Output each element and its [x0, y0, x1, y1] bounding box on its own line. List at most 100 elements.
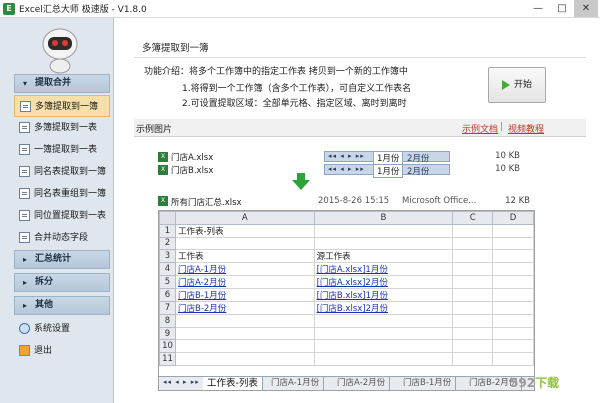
watermark-number: 592 [510, 376, 536, 390]
column-header: C [452, 211, 494, 225]
cell-b [313, 326, 454, 341]
cell-a [174, 351, 315, 366]
cell-c [452, 223, 494, 238]
start-label: 开始 [513, 80, 532, 90]
sheet-icon [19, 210, 30, 221]
nav-item-label: 同名表提取到一簿 [34, 167, 107, 177]
maximize-button[interactable]: □ [550, 0, 574, 17]
nav-item-label: 多簿提取到一簿 [35, 102, 99, 112]
sheet-icon [19, 166, 30, 177]
source-file-row: X 门店B.xlsx ◂◂ ◂ ▸ ▸▸ 1月份 2月份 10 KB [158, 164, 528, 178]
nav-head-other[interactable]: 其他 [14, 296, 110, 315]
column-header: B [313, 211, 454, 225]
cell-d [492, 223, 534, 238]
sheet-tab-strip: ◂◂ ◂ ▸ ▸▸ 1月份 2月份 [324, 164, 450, 178]
cell-d [492, 262, 534, 277]
row-number: 7 [159, 301, 176, 316]
cell-a: 门店B-2月份 [174, 301, 315, 316]
nav-head-split[interactable]: 拆分 [14, 273, 110, 292]
table-row: 1 工作表-列表 [159, 223, 534, 238]
feature-point-2: 2.可设置提取区域：全部单元格、指定区域、离时到离时 [182, 99, 407, 109]
cell-b [313, 236, 454, 251]
nav-item-multi-book-to-book[interactable]: 多簿提取到一簿 [14, 95, 110, 117]
robot-mascot-icon [42, 28, 78, 74]
exit-icon [19, 345, 30, 356]
nav-item-settings[interactable]: 系统设置 [14, 318, 110, 340]
cell-a: 门店A-1月份 [174, 262, 315, 277]
sheet-tab: 门店A-1月份 [267, 377, 325, 390]
main-content: 多簿提取到一簿 功能介绍：将多个工作簿中的指定工作表 拷贝到一个新的工作簿中 1… [124, 18, 600, 403]
nav-item-one-book-to-sheet[interactable]: 一簿提取到一表 [14, 139, 110, 161]
cell-a: 工作表 [174, 249, 315, 264]
table-row: 11 [159, 351, 534, 366]
table-row: 7 门店B-2月份 [门店B.xlsx]2月份 [159, 301, 534, 316]
cell-a [174, 314, 315, 328]
row-number: 6 [159, 288, 176, 303]
cell-b [313, 223, 454, 238]
gear-icon [19, 323, 30, 334]
cell-d [492, 314, 534, 328]
section-title: 多簿提取到一簿 [142, 43, 209, 54]
nav-item-label: 合并动态字段 [34, 233, 89, 243]
cell-b: [门店A.xlsx]2月份 [313, 275, 454, 290]
window-title: Excel汇总大师 极速版 - V1.8.0 [19, 5, 147, 15]
cell-d [492, 301, 534, 316]
file-size: 12 KB [505, 196, 530, 206]
file-size: 10 KB [495, 164, 520, 174]
table-row: 3 工作表 源工作表 [159, 249, 534, 264]
minimize-button[interactable]: — [526, 0, 550, 17]
sheet-nav-arrows-icon: ◂◂ ◂ ▸ ▸▸ [328, 165, 365, 173]
file-size: 10 KB [495, 151, 520, 161]
watermark-logo: 592下载 [510, 374, 559, 391]
sheet-tab-bar: ◂◂ ◂ ▸ ▸▸ 工作表-列表 门店A-1月份 门店A-2月份 门店B-1月份… [159, 376, 534, 390]
nav-head-summary-stats[interactable]: 汇总统计 [14, 250, 110, 269]
link-separator: | [500, 122, 504, 132]
sheet-tab-strip: ◂◂ ◂ ▸ ▸▸ 1月份 2月份 [324, 151, 450, 165]
close-button[interactable]: ✕ [574, 0, 598, 17]
cell-a [174, 236, 315, 251]
cell-d [492, 339, 534, 353]
sheet-tab: 2月份 [407, 154, 430, 164]
nav-item-same-name-regroup[interactable]: 同名表重组到一簿 [14, 183, 110, 205]
excel-file-icon: X [158, 165, 168, 175]
cell-c [452, 249, 494, 264]
cell-c [452, 262, 494, 277]
video-tutorial-link[interactable]: 视频教程 [508, 122, 544, 135]
cell-c [452, 339, 494, 353]
output-file-row: X 所有门店汇总.xlsx 2015-8-26 15:15 Microsoft … [158, 195, 534, 209]
sheet-tab: 1月份 [373, 151, 404, 165]
start-button[interactable]: 开始 [488, 67, 546, 103]
column-header: A [174, 211, 315, 225]
row-number: 8 [159, 314, 176, 328]
nav-item-exit[interactable]: 退出 [14, 340, 110, 362]
nav-item-label: 一簿提取到一表 [34, 145, 98, 155]
nav-item-dynamic-fields[interactable]: 合并动态字段 [14, 227, 110, 249]
cell-d [492, 288, 534, 303]
row-number: 1 [159, 223, 176, 238]
window-controls: — □ ✕ [526, 0, 598, 17]
nav-item-label: 同位置提取到一表 [34, 211, 107, 221]
cell-a [174, 339, 315, 353]
file-date: 2015-8-26 15:15 [318, 196, 390, 206]
feature-description: 功能介绍：将多个工作簿中的指定工作表 拷贝到一个新的工作簿中 [144, 67, 408, 77]
cell-a [174, 326, 315, 341]
table-row: 6 门店B-1月份 [门店B.xlsx]1月份 [159, 288, 534, 303]
column-header: D [492, 211, 534, 225]
sheet-tab: 门店B-1月份 [399, 377, 457, 390]
nav-item-same-name-to-book[interactable]: 同名表提取到一簿 [14, 161, 110, 183]
row-number: 2 [159, 236, 176, 251]
cell-c [452, 326, 494, 341]
sheet-icon [19, 122, 30, 133]
nav-item-same-position[interactable]: 同位置提取到一表 [14, 205, 110, 227]
example-doc-link[interactable]: 示例文档 [462, 122, 498, 135]
row-number: 5 [159, 275, 176, 290]
cell-b: [门店B.xlsx]2月份 [313, 301, 454, 316]
table-row: 8 [159, 314, 534, 328]
table-row: 4 门店A-1月份 [门店A.xlsx]1月份 [159, 262, 534, 277]
nav-head-extract-merge[interactable]: 提取合并 [14, 74, 110, 93]
table-row: 5 门店A-2月份 [门店A.xlsx]2月份 [159, 275, 534, 290]
nav-item-multi-book-to-sheet[interactable]: 多簿提取到一表 [14, 117, 110, 139]
spreadsheet-preview: A B C D 1 工作表-列表 2 3 工作表 源工作表 4 门店A-1月份 [门店A.xls… [158, 210, 535, 391]
file-type: Microsoft Office... [402, 196, 477, 206]
sidebar: 提取合并 多簿提取到一簿 多簿提取到一表 一簿提取到一表 同名表提取到一簿 同名… [0, 18, 114, 403]
